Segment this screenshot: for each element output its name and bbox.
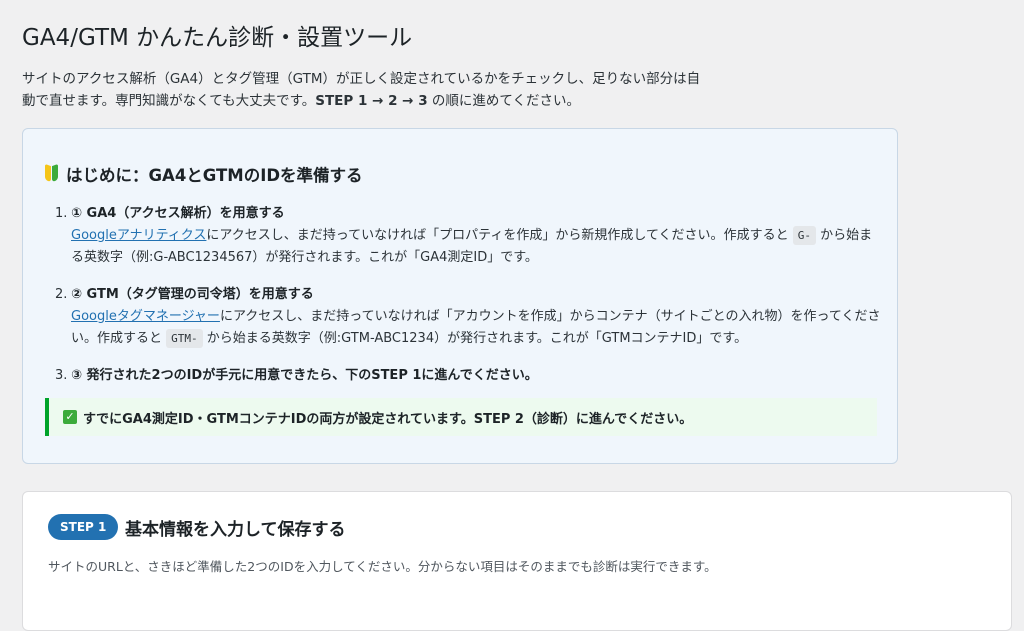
- prep-step-1-title: ① GA4（アクセス解析）を用意する: [71, 206, 285, 221]
- google-analytics-link[interactable]: Googleアナリティクス: [71, 228, 206, 243]
- beginner-mark-icon: [45, 163, 58, 183]
- already-set-notice: ✓ すでにGA4測定ID・GTMコンテナIDの両方が設定されています。STEP …: [45, 398, 877, 436]
- step-number: 2.: [55, 287, 68, 302]
- prep-step-3-title: ③ 発行された2つのIDが手元に用意できたら、下のSTEP 1に進んでください。: [71, 368, 538, 383]
- prep-heading: はじめに：GA4とGTMのIDを準備する: [45, 162, 363, 186]
- step-number: 1.: [55, 206, 68, 221]
- check-mark-icon: ✓: [63, 410, 77, 424]
- step1-description: サイトのURLと、さきほど準備した2つのIDを入力してください。分からない項目は…: [48, 559, 717, 574]
- prep-step-2-text: Googleタグマネージャーにアクセスし、まだ持っていなければ「アカウントを作成…: [71, 306, 885, 350]
- step1-card: STEP 1 基本情報を入力して保存する サイトのURLと、さきほど準備した2つ…: [22, 491, 1012, 631]
- prep-step-2: 2. ② GTM（タグ管理の司令塔）を用意する Googleタグマネージャーにア…: [55, 284, 885, 350]
- step-number: 3.: [55, 368, 68, 383]
- ga4-prefix-code: G-: [792, 226, 816, 245]
- notice-text: すでにGA4測定ID・GTMコンテナIDの両方が設定されています。STEP 2（…: [83, 411, 693, 427]
- prep-heading-text: はじめに：GA4とGTMのIDを準備する: [66, 166, 363, 185]
- google-tag-manager-link[interactable]: Googleタグマネージャー: [71, 309, 220, 324]
- prep-step-2-title: ② GTM（タグ管理の司令塔）を用意する: [71, 287, 314, 302]
- step1-heading: 基本情報を入力して保存する: [125, 520, 346, 540]
- intro-line2: 動で直せます。専門知識がなくても大丈夫です。: [22, 93, 316, 109]
- intro-step-order: STEP 1 → 2 → 3: [315, 93, 428, 109]
- prep-card: はじめに：GA4とGTMのIDを準備する 1. ① GA4（アクセス解析）を用意…: [22, 128, 898, 464]
- page-title: GA4/GTM かんたん診断・設置ツール: [22, 25, 413, 51]
- intro-line2-end: の順に進めてください。: [427, 93, 580, 109]
- prep-step-2-text-b: から始まる英数字（例:GTM-ABC1234）が発行されます。これが「GTMコン…: [206, 331, 748, 346]
- intro-text: サイトのアクセス解析（GA4）とタグ管理（GTM）が正しく設定されているかをチェ…: [22, 68, 782, 112]
- step1-badge: STEP 1: [48, 514, 119, 540]
- gtm-prefix-code: GTM-: [166, 329, 203, 348]
- prep-step-3: 3. ③ 発行された2つのIDが手元に用意できたら、下のSTEP 1に進んでくだ…: [55, 365, 885, 387]
- intro-line1: サイトのアクセス解析（GA4）とタグ管理（GTM）が正しく設定されているかをチェ…: [22, 71, 701, 87]
- prep-step-1-text-a: にアクセスし、まだ持っていなければ「プロパティを作成」から新規作成してください。…: [206, 228, 789, 243]
- prep-step-1: 1. ① GA4（アクセス解析）を用意する Googleアナリティクスにアクセス…: [55, 203, 885, 269]
- prep-step-1-text: Googleアナリティクスにアクセスし、まだ持っていなければ「プロパティを作成」…: [71, 225, 885, 269]
